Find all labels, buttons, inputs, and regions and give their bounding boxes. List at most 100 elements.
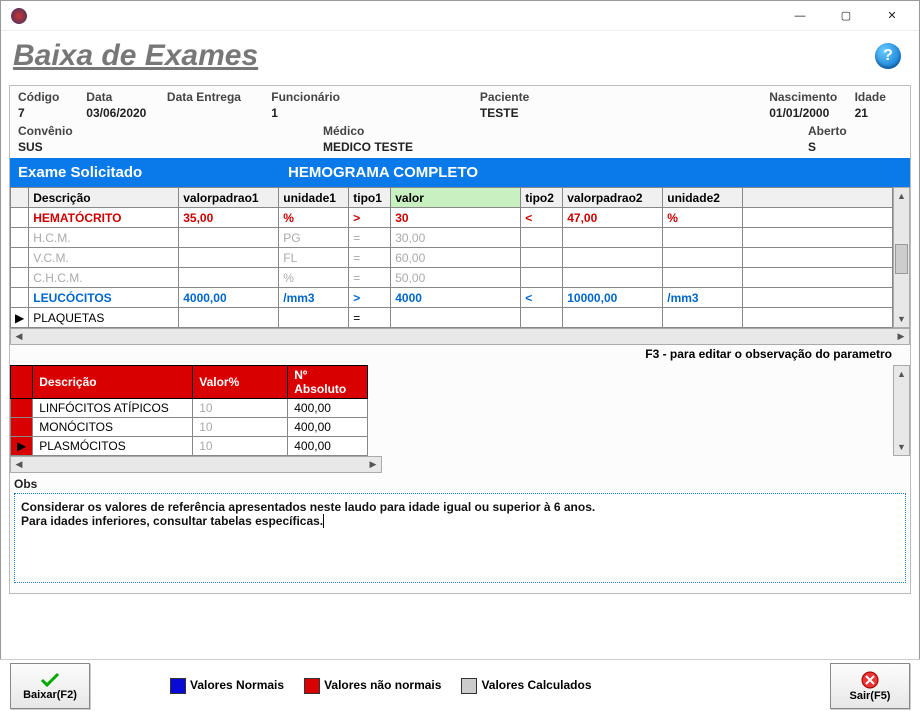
cell-u1[interactable]: PG [279,228,349,248]
vertical-scrollbar[interactable]: ▲ ▼ [893,187,910,328]
cell-descricao[interactable]: PLAQUETAS [29,308,179,328]
cell-t2[interactable]: < [521,208,563,228]
cell-valor[interactable] [391,308,521,328]
col-descricao[interactable]: Descrição [29,188,179,208]
col-valorpadrao1[interactable]: valorpadrao1 [179,188,279,208]
cell-descricao[interactable]: HEMATÓCRITO [29,208,179,228]
cell-t2[interactable]: < [521,288,563,308]
sub-col-nabs[interactable]: Nº Absoluto [288,366,368,399]
scroll-up-icon[interactable]: ▲ [894,188,909,204]
help-button[interactable]: ? [875,43,901,69]
cell-vp1[interactable] [179,248,279,268]
cell-t2[interactable] [521,248,563,268]
col-valor[interactable]: valor [391,188,521,208]
horizontal-scrollbar[interactable]: ◀ ▶ [10,328,910,345]
cell-u2[interactable] [663,248,743,268]
col-unidade1[interactable]: unidade1 [279,188,349,208]
cell-t2[interactable] [521,228,563,248]
cell-vp1[interactable] [179,228,279,248]
cell-u1[interactable]: % [279,268,349,288]
scroll-down-icon[interactable]: ▼ [894,311,909,327]
cell-vp2[interactable] [563,268,663,288]
cell-t1[interactable]: = [349,228,391,248]
cell-u1[interactable]: FL [279,248,349,268]
cell-vp2[interactable]: 47,00 [563,208,663,228]
cell-vp2[interactable] [563,308,663,328]
cell-valor[interactable]: 50,00 [391,268,521,288]
cell-vp1[interactable]: 4000,00 [179,288,279,308]
table-row[interactable]: MONÓCITOS10400,00 [11,418,368,437]
cell-t1[interactable]: = [349,268,391,288]
table-row[interactable]: LEUCÓCITOS4000,00/mm3>4000<10000,00/mm3 [11,288,893,308]
cell-u2[interactable] [663,268,743,288]
cell-valor[interactable]: 4000 [391,288,521,308]
cell-nabs[interactable]: 400,00 [288,418,368,437]
cell-valor[interactable]: 30,00 [391,228,521,248]
cell-valorpct[interactable]: 10 [193,399,288,418]
cell-t1[interactable]: > [349,288,391,308]
cell-u1[interactable]: /mm3 [279,288,349,308]
window-minimize-button[interactable]: — [777,1,823,31]
cell-u2[interactable]: % [663,208,743,228]
baixar-button[interactable]: Baixar(F2) [10,663,90,709]
sub-col-descricao[interactable]: Descrição [33,366,193,399]
cell-t1[interactable]: > [349,208,391,228]
sub-vertical-scrollbar[interactable]: ▲ ▼ [893,365,910,456]
cell-valor[interactable]: 60,00 [391,248,521,268]
cell-t2[interactable] [521,268,563,288]
scroll-right-icon[interactable]: ▶ [893,329,909,344]
cell-vp2[interactable]: 10000,00 [563,288,663,308]
obs-textarea[interactable]: Considerar os valores de referência apre… [14,493,906,583]
cell-descricao[interactable]: LEUCÓCITOS [29,288,179,308]
cell-vp1[interactable]: 35,00 [179,208,279,228]
cell-valorpct[interactable]: 10 [193,418,288,437]
scroll-right-icon[interactable]: ▶ [365,457,381,472]
sub-col-valorpct[interactable]: Valor% [193,366,288,399]
sub-horizontal-scrollbar[interactable]: ◀ ▶ [10,456,382,473]
cell-vp2[interactable] [563,228,663,248]
scroll-left-icon[interactable]: ◀ [11,329,27,344]
cell-valor[interactable]: 30 [391,208,521,228]
exame-grid[interactable]: Descrição valorpadrao1 unidade1 tipo1 va… [10,187,893,328]
cell-u1[interactable] [279,308,349,328]
cell-descricao[interactable]: LINFÓCITOS ATÍPICOS [33,399,193,418]
table-row[interactable]: H.C.M. PG=30,00 [11,228,893,248]
table-row[interactable]: ▶PLASMÓCITOS10400,00 [11,437,368,456]
cell-vp1[interactable] [179,268,279,288]
scroll-thumb[interactable] [895,244,908,274]
cell-t1[interactable]: = [349,308,391,328]
scroll-up-icon[interactable]: ▲ [894,366,909,382]
table-row[interactable]: HEMATÓCRITO35,00%>30<47,00% [11,208,893,228]
cell-u1[interactable]: % [279,208,349,228]
cell-descricao[interactable]: C.H.C.M. [29,268,179,288]
cell-descricao[interactable]: H.C.M. [29,228,179,248]
window-maximize-button[interactable]: ▢ [823,1,869,31]
cell-t1[interactable]: = [349,248,391,268]
exame-name: HEMOGRAMA COMPLETO [288,164,478,181]
scroll-down-icon[interactable]: ▼ [894,439,909,455]
col-tipo2[interactable]: tipo2 [521,188,563,208]
cell-u2[interactable]: /mm3 [663,288,743,308]
table-row[interactable]: ▶PLAQUETAS= [11,308,893,328]
scroll-left-icon[interactable]: ◀ [11,457,27,472]
sub-grid[interactable]: Descrição Valor% Nº Absoluto LINFÓCITOS … [10,365,368,456]
window-close-button[interactable]: ✕ [869,1,915,31]
table-row[interactable]: C.H.C.M.%=50,00 [11,268,893,288]
col-valorpadrao2[interactable]: valorpadrao2 [563,188,663,208]
cell-valorpct[interactable]: 10 [193,437,288,456]
cell-vp1[interactable] [179,308,279,328]
cell-descricao[interactable]: PLASMÓCITOS [33,437,193,456]
cell-u2[interactable] [663,308,743,328]
cell-descricao[interactable]: MONÓCITOS [33,418,193,437]
col-tipo1[interactable]: tipo1 [349,188,391,208]
table-row[interactable]: V.C.M. FL=60,00 [11,248,893,268]
cell-u2[interactable] [663,228,743,248]
cell-nabs[interactable]: 400,00 [288,437,368,456]
table-row[interactable]: LINFÓCITOS ATÍPICOS10400,00 [11,399,368,418]
sair-button[interactable]: Sair(F5) [830,663,910,709]
cell-t2[interactable] [521,308,563,328]
cell-descricao[interactable]: V.C.M. [29,248,179,268]
cell-vp2[interactable] [563,248,663,268]
col-unidade2[interactable]: unidade2 [663,188,743,208]
cell-nabs[interactable]: 400,00 [288,399,368,418]
